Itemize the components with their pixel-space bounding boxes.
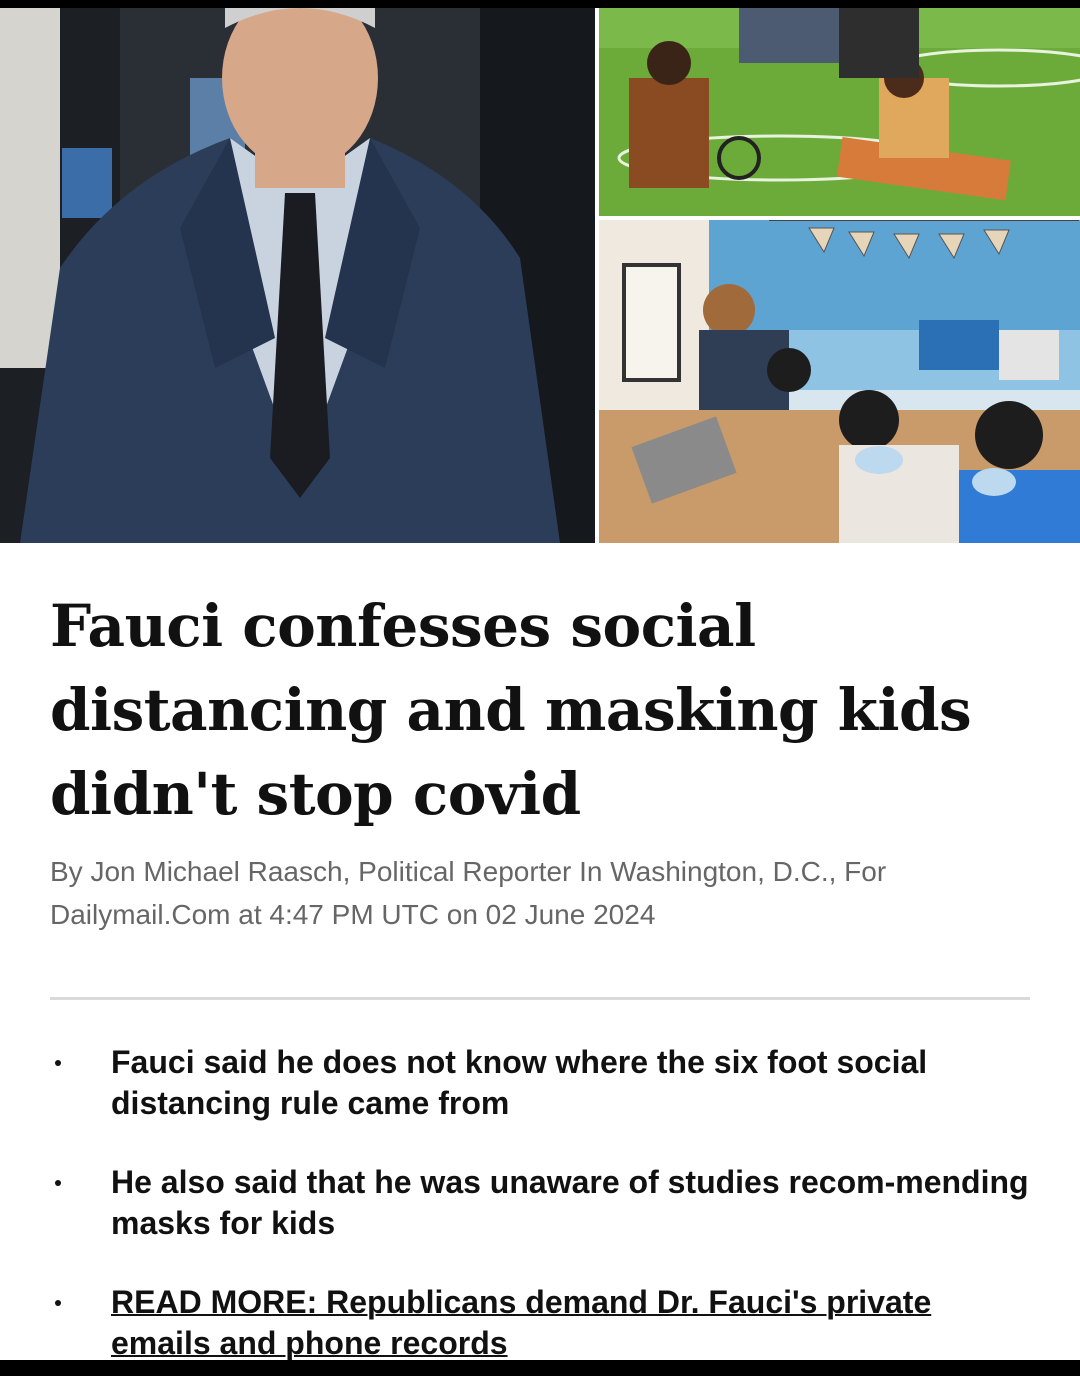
bullet-dot-icon: [55, 1300, 61, 1306]
summary-bullet-list: Fauci said he does not know where the si…: [50, 1042, 1030, 1376]
read-more-bullet-item[interactable]: READ MORE: Republicans demand Dr. Fauci'…: [50, 1282, 1030, 1364]
bullet-dot-icon: [55, 1180, 61, 1186]
read-more-link[interactable]: READ MORE: Republicans demand Dr. Fauci'…: [111, 1284, 931, 1361]
park-photo[interactable]: [599, 8, 1080, 216]
main-portrait-photo[interactable]: [0, 8, 595, 543]
top-border: [0, 0, 1080, 8]
masked-classroom-photo-icon: [599, 220, 1080, 543]
divider: [50, 997, 1030, 1000]
park-distancing-photo-icon: [599, 8, 1080, 216]
bullet-dot-icon: [55, 1060, 61, 1066]
summary-bullet-item: Fauci said he does not know where the si…: [50, 1042, 1030, 1124]
bottom-border: [0, 1360, 1080, 1376]
bullet-text: Fauci said he does not know where the si…: [111, 1044, 928, 1121]
article-headline[interactable]: Fauci confesses social distancing and ma…: [50, 584, 1040, 836]
portrait-photo-icon: [0, 8, 595, 543]
summary-bullet-item: He also said that he was unaware of stud…: [50, 1162, 1030, 1244]
article-byline: By Jon Michael Raasch, Political Reporte…: [50, 856, 887, 930]
bullet-text: He also said that he was unaware of stud…: [111, 1164, 1029, 1241]
article-page: Fauci confesses social distancing and ma…: [0, 0, 1080, 1376]
image-collage: [0, 8, 1080, 543]
classroom-photo[interactable]: [599, 220, 1080, 543]
